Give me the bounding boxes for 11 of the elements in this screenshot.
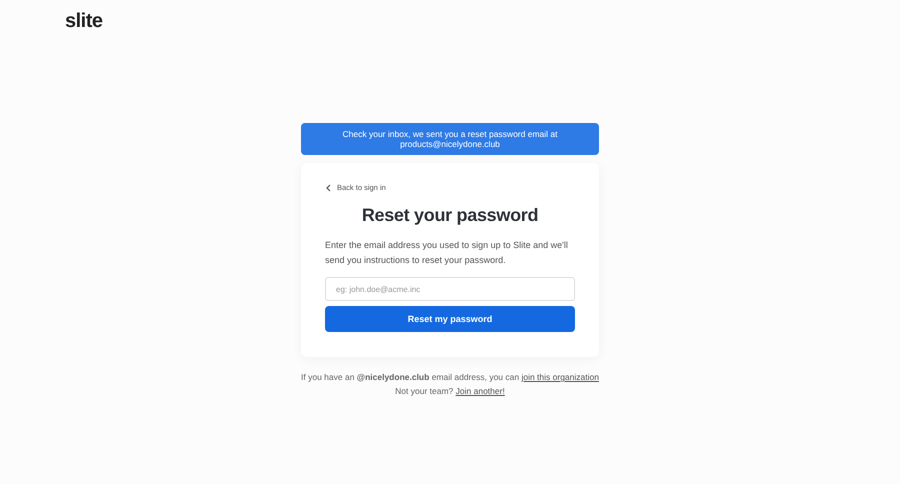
footer-link[interactable]: join this organization (521, 372, 599, 382)
footer-text: If you have an @nicelydone.club email address, you can join this organization (301, 371, 599, 384)
footer-text: Not your team? Join another! (395, 385, 505, 398)
email-field[interactable]: eg: john.doe@acme.inc (325, 277, 575, 301)
description-text: Enter the email address you used to sign up to Slite and we'll send you instructions to reset your password. (325, 239, 569, 267)
info-banner: Check your inbox, we sent you a reset password email at products@nicelydone.club (301, 123, 599, 155)
logo: slite (65, 10, 103, 33)
page-title: Reset your password (360, 205, 540, 226)
footer-link[interactable]: Join another! (456, 386, 505, 396)
reset-password-button[interactable]: Reset my password (325, 306, 575, 332)
chevron-left-icon (326, 184, 331, 192)
